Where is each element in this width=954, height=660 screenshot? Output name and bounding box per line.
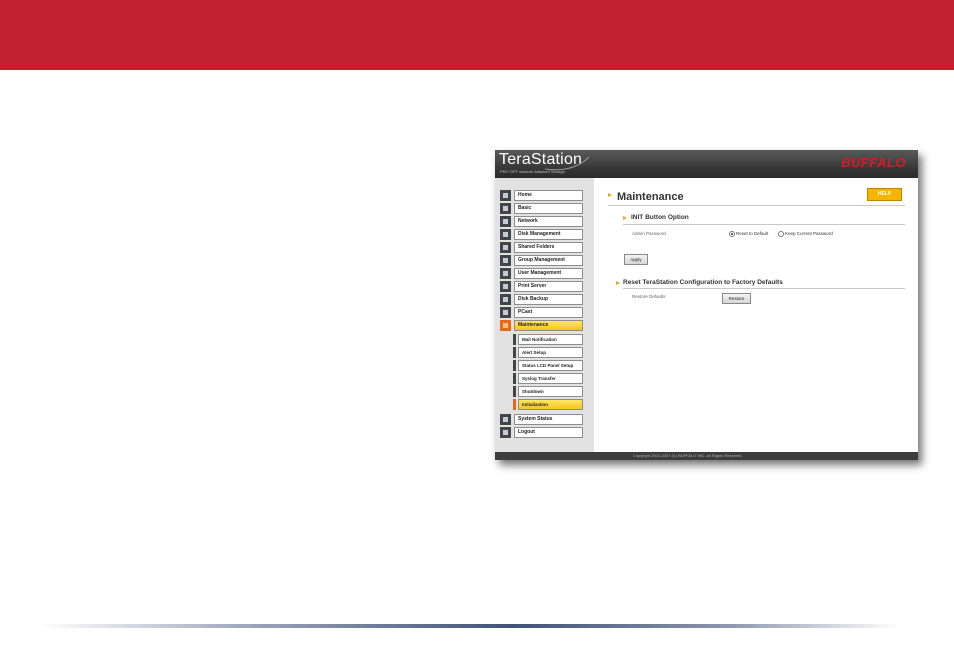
sidebar-subitem-shutdown[interactable]: Shutdown: [513, 386, 583, 397]
restore-button[interactable]: Restore: [722, 293, 751, 304]
pcast-icon: [500, 307, 511, 318]
sidebar-subitem-label: Syslog Transfer: [518, 373, 583, 384]
basic-settings-icon: [500, 203, 511, 214]
sidebar-item-system-status[interactable]: System Status: [500, 414, 583, 425]
admin-password-label: Admin Password: [632, 231, 666, 236]
sidebar-item-print-server[interactable]: Print Server: [500, 281, 583, 292]
subitem-marker: [513, 373, 516, 384]
section-divider: [623, 224, 905, 225]
sidebar-item-label: Print Server: [514, 281, 583, 292]
section-title-init-button: INIT Button Option: [631, 214, 689, 221]
sidebar-subitem-mail-notification[interactable]: Mail Notification: [513, 334, 583, 345]
sidebar-item-label: Basic: [514, 203, 583, 214]
app-header: TeraStation PRO GPT network Attached Sto…: [495, 150, 918, 178]
footer: Copyright 2002-2007 (C) BUFFALO INC. All…: [495, 452, 918, 460]
printer-icon: [500, 281, 511, 292]
sidebar-subitem-label: Shutdown: [518, 386, 583, 397]
sidebar-item-shared-folders[interactable]: Shared Folders: [500, 242, 583, 253]
sidebar-item-network[interactable]: Network: [500, 216, 583, 227]
sidebar-subitem-label: Mail Notification: [518, 334, 583, 345]
section-divider: [623, 288, 905, 289]
sidebar-item-label: PCast: [514, 307, 583, 318]
sidebar-item-maintenance[interactable]: Maintenance: [500, 320, 583, 331]
sidebar-item-home[interactable]: Home: [500, 190, 583, 201]
sidebar-subitem-label: Status LCD Panel Setup: [518, 360, 583, 371]
logo-subtitle: PRO GPT network Attached Storage: [500, 169, 565, 174]
status-icon: [500, 414, 511, 425]
sidebar-item-label: User Management: [514, 268, 583, 279]
sidebar-item-disk-backup[interactable]: Disk Backup: [500, 294, 583, 305]
buffalo-logo: BUFFALO: [841, 155, 906, 170]
subitem-marker: [513, 399, 516, 410]
sidebar-item-basic[interactable]: Basic: [500, 203, 583, 214]
sidebar-item-group-management[interactable]: Group Management: [500, 255, 583, 266]
sidebar-item-label: Shared Folders: [514, 242, 583, 253]
network-icon: [500, 216, 511, 227]
restore-defaults-label: Restore Defaults: [632, 294, 666, 299]
title-banner: [0, 0, 954, 70]
bullet-arrow-icon: [623, 216, 627, 220]
backup-icon: [500, 294, 511, 305]
copyright-text: Copyright 2002-2007 (C) BUFFALO INC. All…: [633, 453, 743, 458]
sidebar-item-user-management[interactable]: User Management: [500, 268, 583, 279]
bottom-divider: [40, 624, 900, 628]
subitem-marker: [513, 386, 516, 397]
logout-icon: [500, 427, 511, 438]
sidebar-item-label: Disk Backup: [514, 294, 583, 305]
sidebar-item-disk-management[interactable]: Disk Management: [500, 229, 583, 240]
apply-button[interactable]: Apply: [624, 254, 648, 265]
help-button[interactable]: HELP: [867, 188, 902, 201]
sidebar-item-label: System Status: [514, 414, 583, 425]
home-icon: [500, 190, 511, 201]
radio-keep-label: Keep Current Password: [785, 231, 833, 236]
sidebar-item-label: Maintenance: [514, 320, 583, 331]
subitem-marker: [513, 360, 516, 371]
main-panel: Maintenance HELP INIT Button Option Admi…: [594, 178, 918, 452]
folder-icon: [500, 242, 511, 253]
bullet-arrow-icon: [616, 281, 620, 285]
subitem-marker: [513, 347, 516, 358]
sidebar-item-label: Home: [514, 190, 583, 201]
section-title-reset-configuration: Reset TeraStation Configuration to Facto…: [623, 279, 783, 286]
group-icon: [500, 255, 511, 266]
sidebar-item-pcast[interactable]: PCast: [500, 307, 583, 318]
sidebar-item-logout[interactable]: Logout: [500, 427, 583, 438]
sidebar-subitem-status-lcd-panel-setup[interactable]: Status LCD Panel Setup: [513, 360, 583, 371]
subitem-marker: [513, 334, 516, 345]
radio-reset-label: Reset to Default: [736, 231, 769, 236]
terastation-screenshot: TeraStation PRO GPT network Attached Sto…: [495, 150, 918, 460]
sidebar-item-label: Logout: [514, 427, 583, 438]
sidebar-subitem-initialization[interactable]: Initialization: [513, 399, 583, 410]
sidebar-item-label: Group Management: [514, 255, 583, 266]
title-divider: [608, 205, 905, 206]
sidebar-subitem-alert-setup[interactable]: Alert Setup: [513, 347, 583, 358]
sidebar: Home Basic Network Disk Management Share…: [495, 178, 594, 452]
bullet-arrow-icon: [608, 193, 612, 197]
page-title: Maintenance: [617, 191, 684, 203]
disk-icon: [500, 229, 511, 240]
radio-reset-to-default[interactable]: [729, 231, 735, 237]
radio-keep-current-password[interactable]: [778, 231, 784, 237]
sidebar-item-label: Network: [514, 216, 583, 227]
user-icon: [500, 268, 511, 279]
maintenance-icon: [500, 320, 511, 331]
sidebar-subitem-syslog-transfer[interactable]: Syslog Transfer: [513, 373, 583, 384]
sidebar-subitem-label: Initialization: [518, 399, 583, 410]
sidebar-item-label: Disk Management: [514, 229, 583, 240]
sidebar-subitem-label: Alert Setup: [518, 347, 583, 358]
